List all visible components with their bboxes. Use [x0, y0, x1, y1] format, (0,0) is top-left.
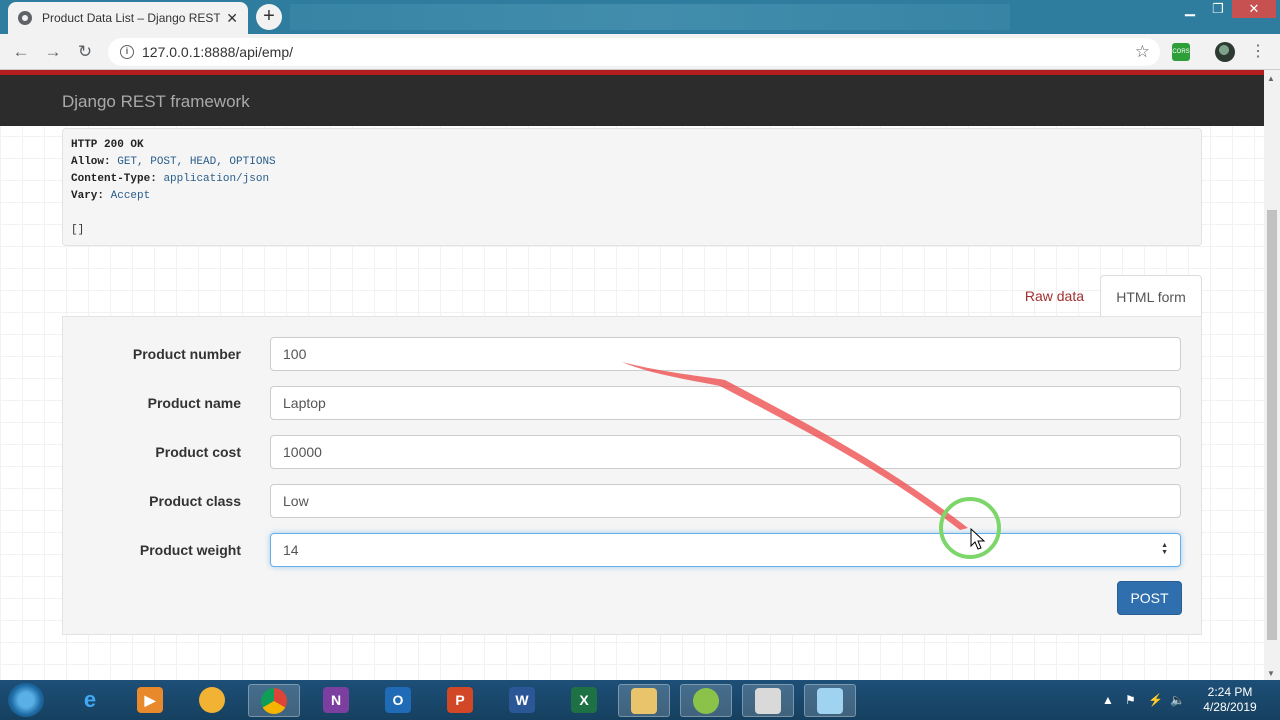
top-navbar: Django REST framework	[0, 75, 1264, 126]
window-close-icon[interactable]: ✕	[1232, 0, 1276, 18]
vary-value: Accept	[110, 190, 151, 202]
product-number-input[interactable]: 100	[270, 337, 1181, 371]
response-info-panel: HTTP 200 OK Allow: GET, POST, HEAD, OPTI…	[62, 128, 1202, 246]
scrollbar-thumb[interactable]	[1267, 210, 1277, 640]
window-controls: ▁ ❐ ✕	[1176, 0, 1276, 20]
form-row-product-name: Product name Laptop	[63, 386, 1203, 420]
post-button[interactable]: POST	[1117, 581, 1182, 615]
taskbar-tool-icon[interactable]	[680, 684, 732, 717]
product-weight-value: 14	[283, 542, 299, 558]
maximize-icon[interactable]: ❐	[1204, 0, 1232, 18]
form-row-product-class: Product class Low	[63, 484, 1203, 518]
taskbar-onenote-icon[interactable]: N	[310, 684, 362, 717]
reload-icon[interactable]: ↻	[74, 41, 96, 63]
taskbar-monitor-icon[interactable]	[742, 684, 794, 717]
content-type-key: Content-Type:	[71, 173, 157, 185]
profile-avatar[interactable]	[1215, 42, 1235, 62]
number-spinner-icon[interactable]: ▲ ▼	[1161, 542, 1168, 556]
tab-title: Product Data List – Django REST	[42, 11, 221, 25]
product-cost-input[interactable]: 10000	[270, 435, 1181, 469]
browser-toolbar: ← → ↻ i 127.0.0.1:8888/api/emp/ ☆	[0, 34, 1280, 70]
post-form: Product number 100 Product name Laptop P…	[62, 316, 1202, 635]
start-button[interactable]	[8, 683, 44, 717]
allow-key: Allow:	[71, 156, 111, 168]
tray-power-icon[interactable]: ⚡	[1148, 693, 1163, 707]
background-window-blur	[290, 4, 1010, 30]
back-arrow-icon[interactable]: ←	[10, 41, 32, 63]
taskbar-explorer-icon[interactable]	[618, 684, 670, 717]
bookmark-star-icon[interactable]: ☆	[1135, 42, 1150, 62]
product-name-input[interactable]: Laptop	[270, 386, 1181, 420]
scroll-up-icon[interactable]: ▲	[1267, 74, 1275, 83]
allow-value: GET, POST, HEAD, OPTIONS	[117, 156, 276, 168]
browser-tabbar: Product Data List – Django REST ✕ + ▁ ❐ …	[0, 0, 1280, 34]
tab-raw-data[interactable]: Raw data	[1009, 275, 1100, 317]
tray-expand-icon[interactable]: ▲	[1102, 693, 1114, 707]
new-tab-button[interactable]: +	[256, 4, 282, 30]
form-row-product-cost: Product cost 10000	[63, 435, 1203, 469]
response-body: []	[71, 224, 85, 236]
info-icon[interactable]: i	[120, 45, 134, 59]
taskbar-powerpoint-icon[interactable]: P	[434, 684, 486, 717]
menu-kebab-icon[interactable]: ⋮	[1250, 41, 1266, 61]
taskbar-outlook-icon[interactable]: O	[372, 684, 424, 717]
tab-html-form[interactable]: HTML form	[1100, 275, 1202, 318]
product-class-input[interactable]: Low	[270, 484, 1181, 518]
tray-volume-icon[interactable]: 🔈	[1170, 693, 1185, 707]
taskbar-clock[interactable]: 2:24 PM 4/28/2019	[1195, 685, 1265, 715]
page-scrollbar[interactable]: ▲ ▼	[1264, 70, 1280, 680]
form-row-product-weight: Product weight 14 ▲ ▼	[63, 533, 1203, 567]
taskbar-media-icon[interactable]: ▶	[124, 684, 176, 717]
url-text: 127.0.0.1:8888/api/emp/	[142, 44, 294, 60]
label-product-weight: Product weight	[139, 542, 241, 558]
label-product-name: Product name	[147, 395, 241, 411]
form-row-product-number: Product number 100	[63, 337, 1203, 371]
label-product-class: Product class	[149, 493, 241, 509]
windows-taskbar: e ▶ N O P W X ▲ ⚑ ⚡ 🔈 2:24 PM 4/28/2019	[0, 680, 1280, 720]
taskbar-ie-icon[interactable]: e	[64, 684, 116, 717]
close-tab-icon[interactable]: ✕	[226, 10, 238, 27]
clock-time: 2:24 PM	[1207, 685, 1253, 699]
minimize-icon[interactable]: ▁	[1176, 0, 1204, 18]
globe-icon	[18, 11, 32, 25]
vary-key: Vary:	[71, 190, 105, 202]
http-status: HTTP 200 OK	[71, 139, 144, 151]
address-bar[interactable]: i 127.0.0.1:8888/api/emp/ ☆	[108, 38, 1160, 66]
label-product-number: Product number	[132, 346, 241, 362]
product-weight-input[interactable]: 14 ▲ ▼	[270, 533, 1181, 567]
clock-date: 4/28/2019	[1203, 700, 1257, 714]
tray-flag-icon[interactable]: ⚑	[1125, 693, 1136, 707]
form-tabs: Raw data HTML form	[62, 275, 1202, 318]
brand-link[interactable]: Django REST framework	[62, 92, 250, 112]
taskbar-paint-icon[interactable]	[186, 684, 238, 717]
taskbar-chrome-icon[interactable]	[248, 684, 300, 717]
label-product-cost: Product cost	[155, 444, 241, 460]
scroll-down-icon[interactable]: ▼	[1267, 669, 1275, 678]
forward-arrow-icon[interactable]: →	[42, 41, 64, 63]
cors-extension-icon[interactable]: CORS	[1172, 43, 1190, 61]
browser-tab[interactable]: Product Data List – Django REST ✕	[8, 2, 248, 34]
page-viewport: Django REST framework HTTP 200 OK Allow:…	[0, 70, 1264, 680]
taskbar-word-icon[interactable]: W	[496, 684, 548, 717]
taskbar-excel-icon[interactable]: X	[558, 684, 610, 717]
taskbar-notepad-icon[interactable]	[804, 684, 856, 717]
content-type-value: application/json	[163, 173, 270, 185]
